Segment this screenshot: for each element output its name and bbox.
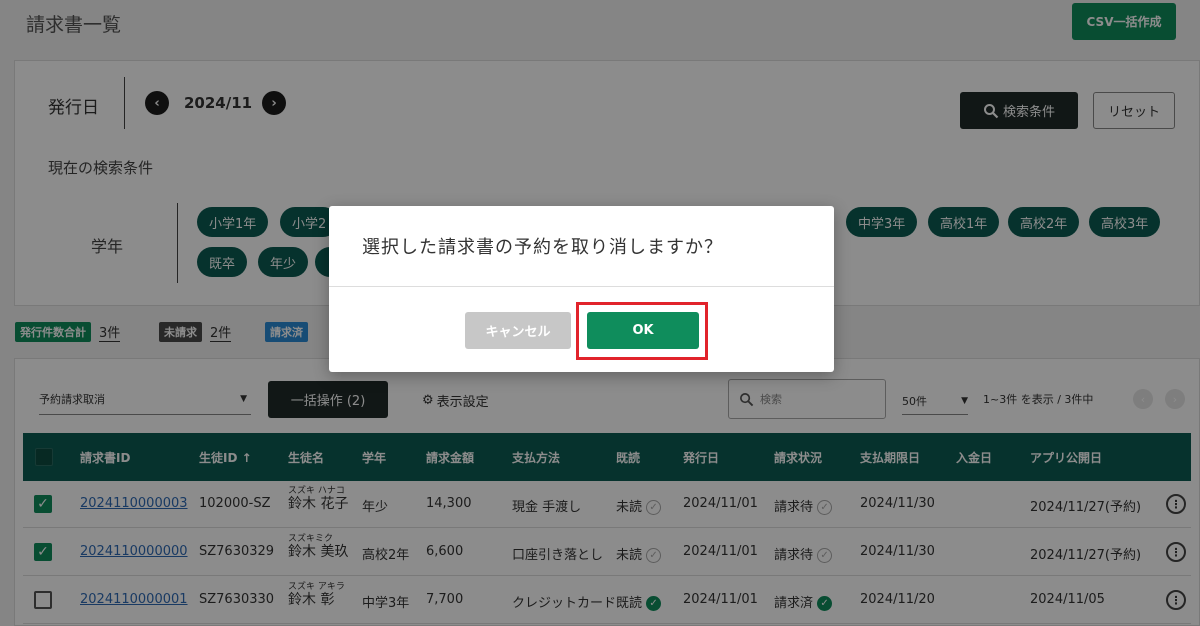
highlight-box bbox=[576, 302, 708, 360]
confirm-dialog: 選択した請求書の予約を取り消しますか？ キャンセル OK bbox=[329, 206, 834, 372]
dialog-message: 選択した請求書の予約を取り消しますか？ bbox=[362, 237, 723, 258]
cancel-button[interactable]: キャンセル bbox=[465, 312, 571, 349]
divider bbox=[329, 286, 834, 287]
